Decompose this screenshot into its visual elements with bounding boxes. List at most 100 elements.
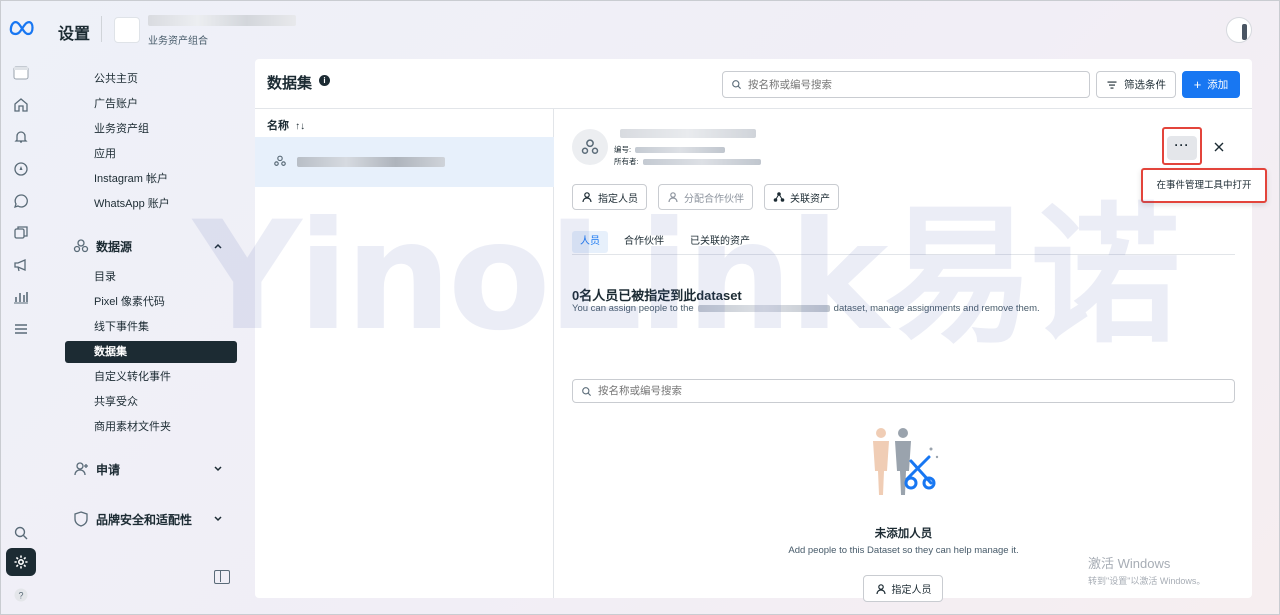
home-icon[interactable] bbox=[10, 94, 32, 116]
top-bar: 设置 业务资产组合 bbox=[0, 0, 1280, 58]
list-item[interactable] bbox=[255, 137, 554, 187]
meta-logo-icon[interactable] bbox=[8, 16, 36, 38]
business-avatar[interactable] bbox=[114, 17, 140, 43]
nav-item-asset-groups[interactable]: 业务资产组 bbox=[94, 118, 149, 140]
tab-partners[interactable]: 合作伙伴 bbox=[616, 231, 672, 253]
chevron-down-icon[interactable] bbox=[212, 463, 224, 475]
nav-section-label: 数据源 bbox=[96, 239, 133, 254]
search-icon[interactable] bbox=[10, 522, 32, 544]
name-column-header[interactable]: 名称 ↑↓ bbox=[267, 117, 305, 133]
assets-icon bbox=[773, 192, 785, 202]
nav-item-whatsapp[interactable]: WhatsApp 账户 bbox=[94, 193, 170, 215]
connect-assets-button[interactable]: 关联资产 bbox=[764, 184, 839, 210]
chevron-down-icon[interactable] bbox=[212, 513, 224, 525]
collapse-sidebar-icon[interactable] bbox=[214, 570, 230, 584]
nav-item-creative-folders[interactable]: 商用素材文件夹 bbox=[94, 416, 171, 438]
user-avatar[interactable] bbox=[1226, 17, 1252, 43]
id-label: 编号: bbox=[614, 145, 632, 154]
more-options-button[interactable]: ··· bbox=[1167, 136, 1197, 160]
nav-item-datasets-active[interactable]: 数据集 bbox=[65, 341, 237, 363]
id-redacted bbox=[635, 146, 726, 153]
assigned-description: You can assign people to the dataset, ma… bbox=[572, 303, 1040, 314]
person-icon bbox=[582, 192, 592, 203]
settings-nav: 公共主页 广告账户 业务资产组 应用 Instagram 帐户 WhatsApp… bbox=[42, 58, 254, 598]
windows-activation-watermark: 激活 Windows 转到"设置"以激活 Windows。 bbox=[1088, 553, 1205, 587]
nav-item-custom-conversions[interactable]: 自定义转化事件 bbox=[94, 366, 171, 388]
filter-icon bbox=[1107, 80, 1117, 89]
windows-watermark-line2: 转到"设置"以激活 Windows。 bbox=[1088, 576, 1206, 586]
nav-section-brand-safety[interactable]: 品牌安全和适配性 bbox=[72, 507, 192, 531]
panel-toggle-icon[interactable] bbox=[10, 62, 32, 84]
owner-redacted bbox=[642, 158, 761, 165]
detail-tabs: 人员 合作伙伴 已关联的资产 bbox=[572, 229, 1235, 255]
owner-label: 所有者: bbox=[614, 157, 639, 166]
dataset-detail: 编号: 所有者: ··· 在事件管理工具中打开 指定人员 分配合作伙伴 关联资产… bbox=[555, 109, 1267, 602]
assign-partner-label: 分配合作伙伴 bbox=[684, 193, 744, 205]
insights-chart-icon[interactable] bbox=[10, 286, 32, 308]
nav-section-label: 申请 bbox=[96, 462, 121, 477]
empty-state-illustration bbox=[873, 428, 939, 495]
person-icon bbox=[668, 192, 678, 203]
assign-partner-button[interactable]: 分配合作伙伴 bbox=[658, 184, 753, 210]
menu-icon[interactable] bbox=[10, 318, 32, 340]
search-icon bbox=[732, 80, 742, 90]
chevron-up-icon[interactable] bbox=[212, 240, 224, 252]
dataset-owner-line: 所有者: bbox=[614, 156, 761, 167]
left-rail: ? bbox=[0, 58, 42, 615]
empty-state-title: 未添加人员 bbox=[874, 528, 933, 540]
plus-icon: + bbox=[1193, 77, 1202, 92]
dataset-search[interactable] bbox=[722, 71, 1090, 98]
assign-people-label: 指定人员 bbox=[598, 193, 638, 205]
nav-item-apps[interactable]: 应用 bbox=[94, 143, 116, 165]
nav-section-data-sources[interactable]: 数据源 bbox=[72, 234, 132, 258]
nav-section-requests[interactable]: 申请 bbox=[72, 457, 120, 481]
pages-icon[interactable] bbox=[10, 222, 32, 244]
svg-text:?: ? bbox=[18, 591, 23, 601]
tab-connected-assets[interactable]: 已关联的资产 bbox=[682, 231, 758, 253]
assign-people-button[interactable]: 指定人员 bbox=[572, 184, 647, 210]
page-title: 数据集 bbox=[267, 75, 313, 92]
nav-item-pixel[interactable]: Pixel 像素代码 bbox=[94, 291, 165, 313]
help-icon[interactable]: ? bbox=[10, 584, 32, 606]
assigned-description-suffix: dataset, manage assignments and remove t… bbox=[833, 303, 1040, 314]
nav-section-label: 品牌安全和适配性 bbox=[96, 512, 193, 527]
nav-item-shared-audiences[interactable]: 共享受众 bbox=[94, 391, 138, 413]
compass-icon[interactable] bbox=[10, 158, 32, 180]
chat-icon[interactable] bbox=[10, 190, 32, 212]
dataset-id-line: 编号: bbox=[614, 144, 726, 155]
business-portfolio-label: 业务资产组合 bbox=[148, 36, 208, 47]
assigned-count-title: 0名人员已被指定到此dataset bbox=[572, 288, 742, 303]
filter-button[interactable]: 筛选条件 bbox=[1096, 71, 1176, 98]
business-name-redacted[interactable] bbox=[148, 15, 296, 26]
dataset-search-input[interactable] bbox=[748, 78, 1068, 91]
info-icon[interactable]: i bbox=[319, 75, 330, 86]
person-icon bbox=[875, 583, 886, 594]
filter-button-label: 筛选条件 bbox=[1124, 79, 1166, 91]
people-search-input[interactable] bbox=[598, 385, 918, 397]
assign-people-empty-button[interactable]: 指定人员 bbox=[863, 575, 943, 602]
dataset-name-redacted bbox=[297, 157, 445, 167]
nav-item-offline-events[interactable]: 线下事件集 bbox=[94, 316, 149, 338]
people-search[interactable] bbox=[572, 379, 1235, 403]
sort-icon[interactable]: ↑↓ bbox=[295, 121, 305, 132]
search-icon bbox=[582, 386, 592, 396]
nav-item-instagram[interactable]: Instagram 帐户 bbox=[94, 168, 168, 190]
nav-item-catalog[interactable]: 目录 bbox=[94, 266, 116, 288]
close-icon[interactable] bbox=[1212, 140, 1226, 154]
settings-gear-icon[interactable] bbox=[6, 548, 36, 576]
tab-people[interactable]: 人员 bbox=[572, 231, 608, 253]
dataset-list: 名称 ↑↓ bbox=[255, 109, 554, 598]
dataset-name-redacted bbox=[697, 305, 830, 312]
bell-icon[interactable] bbox=[10, 126, 32, 148]
windows-watermark-line1: 激活 Windows bbox=[1088, 556, 1171, 571]
open-in-events-manager-menu-item[interactable]: 在事件管理工具中打开 bbox=[1141, 168, 1267, 203]
nav-item-pages[interactable]: 公共主页 bbox=[94, 68, 138, 90]
shield-icon bbox=[74, 511, 88, 527]
dataset-avatar-icon bbox=[572, 129, 608, 165]
add-button[interactable]: + 添加 bbox=[1182, 71, 1240, 98]
page-header-title: 设置 bbox=[58, 26, 91, 43]
connect-assets-label: 关联资产 bbox=[790, 193, 830, 205]
nav-item-ad-accounts[interactable]: 广告账户 bbox=[94, 93, 138, 115]
megaphone-icon[interactable] bbox=[10, 254, 32, 276]
assigned-description-prefix: You can assign people to the bbox=[572, 303, 694, 314]
